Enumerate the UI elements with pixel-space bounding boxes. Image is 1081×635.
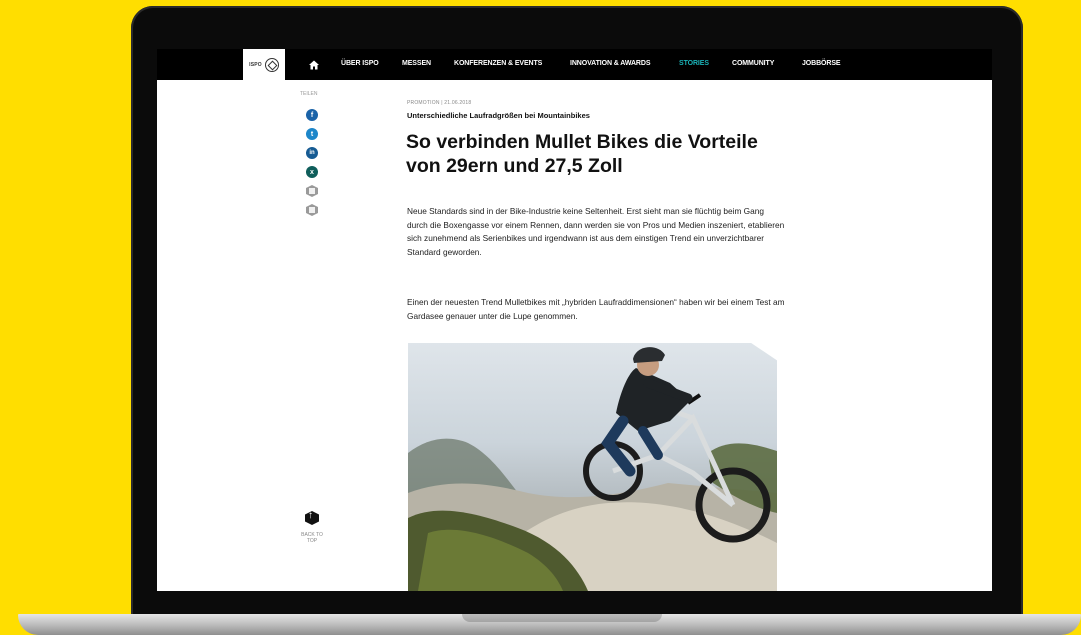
back-to-top-icon[interactable] [305, 511, 319, 525]
nav-item-ueber-ispo[interactable]: ÜBER ISPO [341, 60, 379, 67]
nav-item-community[interactable]: COMMUNITY [732, 60, 774, 67]
nav-item-messen[interactable]: MESSEN [402, 60, 431, 67]
laptop-notch [462, 614, 662, 622]
article-title: So verbinden Mullet Bikes die Vorteile v… [406, 131, 758, 177]
logo-text: ISPO [249, 61, 262, 68]
article-paragraph: Einen der neuesten Trend Mulletbikes mit… [407, 297, 785, 321]
nav-item-innovation[interactable]: INNOVATION & AWARDS [570, 60, 651, 67]
article-meta: PROMOTION | 21.06.2018 [407, 100, 472, 106]
article-image-mountain-biker [408, 343, 777, 591]
article-paragraph: Neue Standards sind in der Bike-Industri… [407, 206, 785, 257]
top-navigation: ISPO ÜBER ISPO MESSEN KONFERENZEN & EVEN… [157, 49, 992, 80]
logo-mark-icon [264, 57, 279, 72]
xing-icon[interactable]: x [306, 166, 318, 178]
article-kicker: Unterschiedliche Laufradgrößen bei Mount… [407, 111, 590, 120]
mail-icon[interactable] [306, 204, 318, 216]
nav-item-stories[interactable]: STORIES [679, 60, 709, 67]
back-to-top-label[interactable]: BACK TO TOP [298, 532, 326, 544]
share-label: TEILEN [300, 91, 318, 97]
mountain-biker-illustration [408, 347, 777, 591]
laptop-screen: ISPO ÜBER ISPO MESSEN KONFERENZEN & EVEN… [157, 49, 992, 591]
facebook-icon[interactable]: f [306, 109, 318, 121]
ispo-logo[interactable]: ISPO [243, 49, 285, 80]
nav-item-konferenzen[interactable]: KONFERENZEN & EVENTS [454, 60, 542, 67]
linkedin-icon[interactable]: in [306, 147, 318, 159]
twitter-icon[interactable]: t [306, 128, 318, 140]
nav-item-jobboerse[interactable]: JOBBÖRSE [802, 60, 841, 67]
print-icon[interactable] [306, 185, 318, 197]
home-icon[interactable] [309, 60, 319, 70]
